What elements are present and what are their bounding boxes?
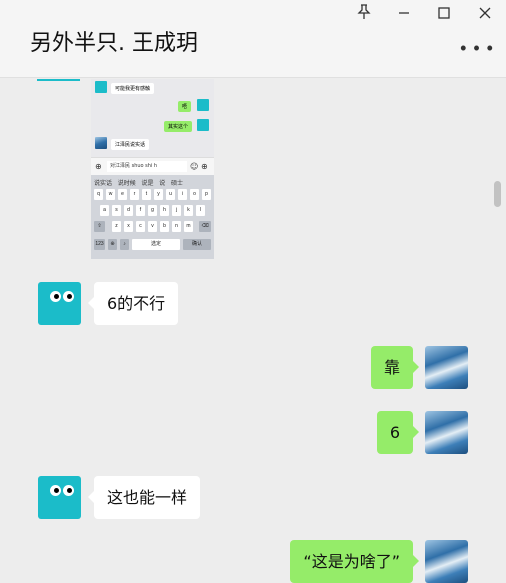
contact-avatar[interactable] — [38, 476, 81, 519]
message-bubble[interactable]: 6的不行 — [87, 282, 179, 325]
scrollbar-thumb[interactable] — [494, 181, 501, 207]
img-msg-4: 江泽民说实话 — [111, 139, 150, 150]
eye — [63, 485, 74, 496]
mini-avatar — [95, 81, 107, 93]
img-keyboard: 说实话 说时候 说是 说 硕士 q w e r t y u i o p a s … — [91, 175, 214, 259]
mini-avatar — [95, 137, 107, 149]
eye — [50, 291, 61, 302]
image-message[interactable]: 可能我更有感触 唔 其实这个 江泽民说实话 ⊕ 对江泽民 shuo shi h … — [91, 79, 214, 259]
img-msg-2: 唔 — [178, 101, 192, 112]
my-avatar[interactable] — [425, 346, 468, 389]
pin-icon[interactable] — [352, 4, 376, 28]
contact-avatar[interactable] — [38, 282, 81, 325]
eye — [63, 291, 74, 302]
chat-title: 另外半只. 王成玥 — [30, 31, 198, 56]
message-bubble[interactable]: 6 — [376, 411, 420, 454]
message-list[interactable]: 可能我更有感触 唔 其实这个 江泽民说实话 ⊕ 对江泽民 shuo shi h … — [0, 79, 506, 583]
eye — [50, 485, 61, 496]
minimize-icon[interactable] — [392, 4, 416, 28]
mini-avatar — [197, 119, 209, 131]
img-input-text: 对江泽民 shuo shi h — [107, 161, 187, 172]
img-input-bar: ⊕ 对江泽民 shuo shi h ☺ ⊕ — [91, 157, 214, 175]
message-bubble[interactable]: 靠 — [370, 346, 420, 389]
chat-header: 另外半只. 王成玥 • • • — [0, 0, 506, 78]
message-bubble[interactable]: “这是为啥了” — [290, 540, 419, 583]
avatar-partial — [37, 79, 80, 81]
close-icon[interactable] — [473, 4, 497, 28]
message-bubble[interactable]: 这也能一样 — [87, 476, 201, 519]
more-icon[interactable]: • • • — [460, 38, 494, 59]
my-avatar[interactable] — [425, 411, 468, 454]
img-msg-3: 其实这个 — [164, 121, 193, 132]
my-avatar[interactable] — [425, 540, 468, 583]
maximize-icon[interactable] — [432, 4, 456, 28]
img-msg-1: 可能我更有感触 — [111, 83, 155, 94]
img-suggestions: 说实话 说时候 说是 说 硕士 — [94, 180, 184, 187]
mini-avatar — [197, 99, 209, 111]
